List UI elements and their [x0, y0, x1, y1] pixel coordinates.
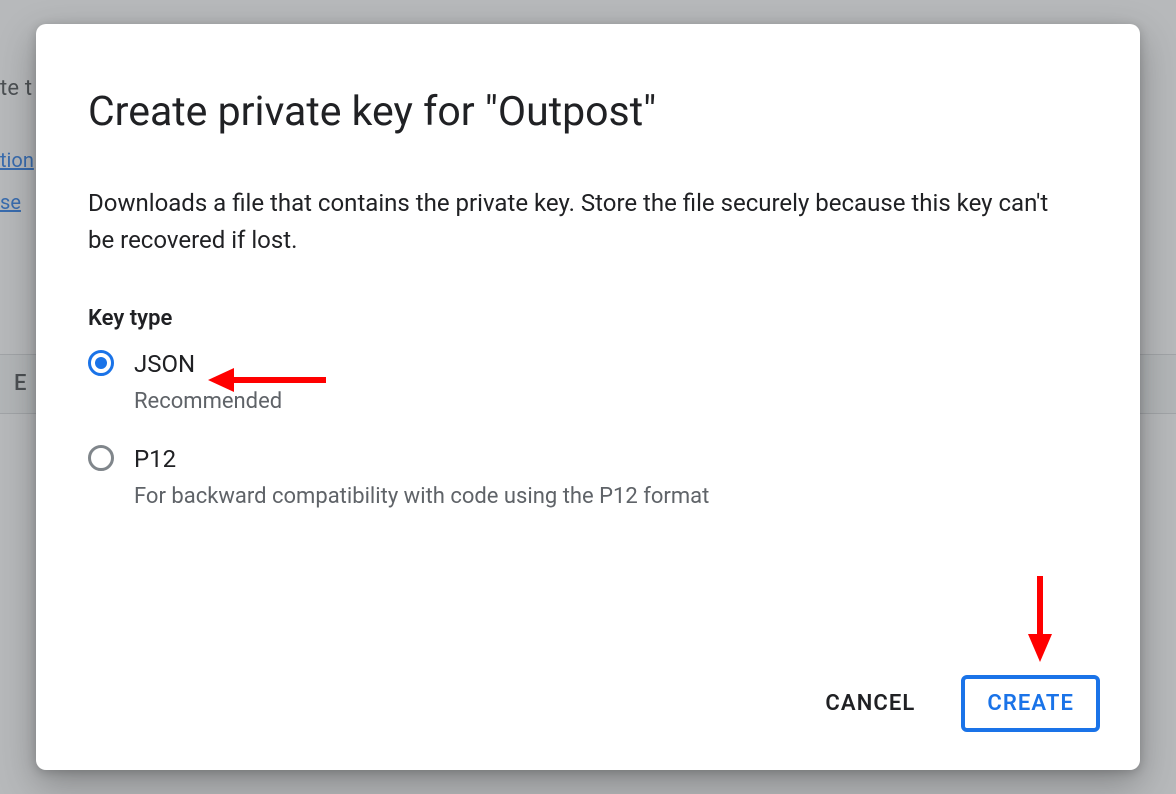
dialog-title: Create private key for "Outpost" — [88, 88, 1088, 137]
radio-icon[interactable] — [88, 445, 114, 471]
create-button[interactable]: CREATE — [961, 675, 1100, 732]
radio-sub: For backward compatibility with code usi… — [134, 484, 709, 509]
radio-icon[interactable] — [88, 350, 114, 376]
radio-label: JSON — [134, 349, 282, 379]
radio-texts: JSON Recommended — [134, 349, 282, 414]
key-type-group-label: Key type — [88, 306, 1088, 331]
key-type-option-p12[interactable]: P12 For backward compatibility with code… — [88, 444, 1088, 509]
dialog-description: Downloads a file that contains the priva… — [88, 185, 1068, 259]
create-key-dialog: Create private key for "Outpost" Downloa… — [36, 24, 1140, 770]
radio-sub: Recommended — [134, 389, 282, 414]
key-type-option-json[interactable]: JSON Recommended — [88, 349, 1088, 414]
dialog-actions: CANCEL CREATE — [36, 675, 1140, 770]
radio-texts: P12 For backward compatibility with code… — [134, 444, 709, 509]
dialog-body: Create private key for "Outpost" Downloa… — [36, 24, 1140, 675]
radio-label: P12 — [134, 444, 709, 474]
cancel-button[interactable]: CANCEL — [803, 677, 937, 730]
